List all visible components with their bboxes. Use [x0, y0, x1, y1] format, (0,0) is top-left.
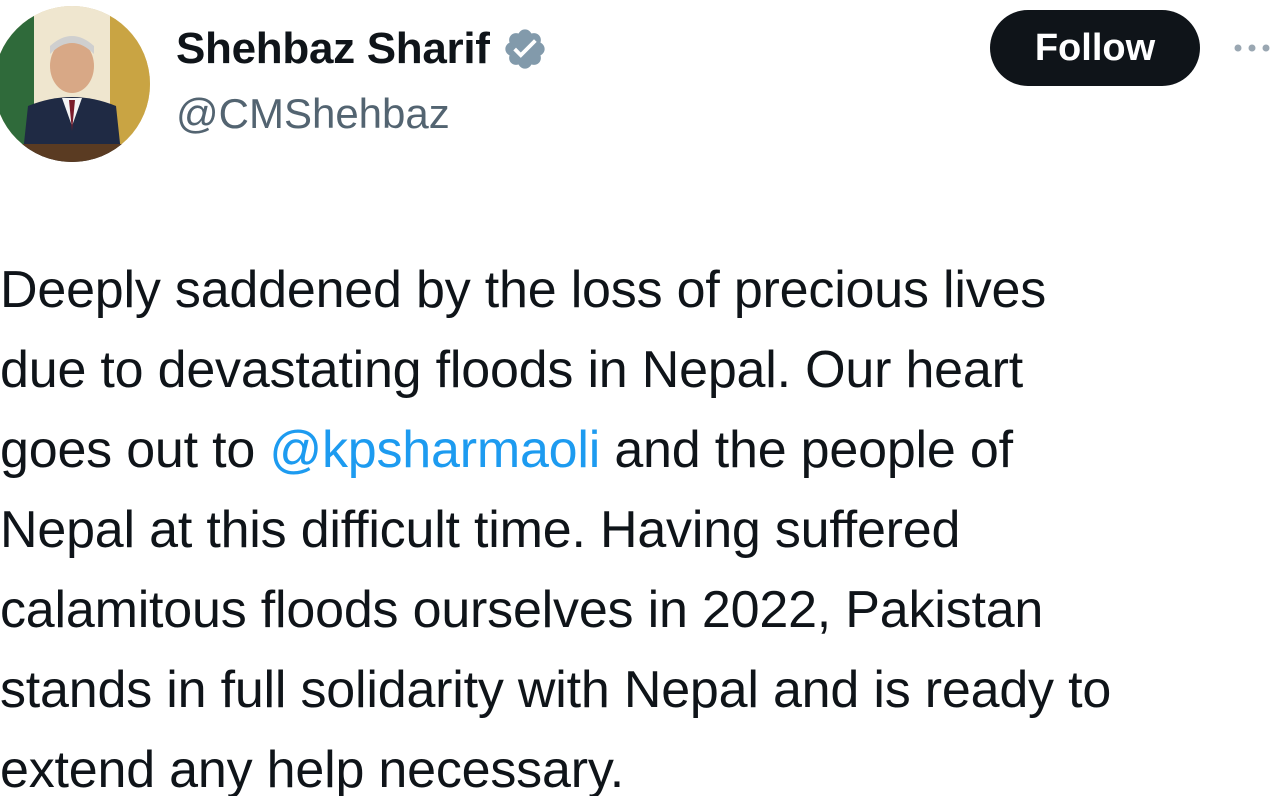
tweet-card: Shehbaz Sharif @CMShehbaz Follow Deeply … — [0, 0, 1272, 796]
tweet-line: Deeply saddened by the loss of precious … — [0, 250, 1272, 330]
avatar-photo — [0, 6, 150, 162]
tweet-text-segment: stands in full solidarity with Nepal and… — [0, 661, 1112, 719]
tweet-text-segment: Deeply saddened by the loss of precious … — [0, 261, 1047, 319]
tweet-line: Nepal at this difficult time. Having suf… — [0, 490, 1272, 570]
follow-button[interactable]: Follow — [990, 10, 1200, 86]
tweet-text-segment: due to devastating floods in Nepal. Our … — [0, 341, 1023, 399]
tweet-text-segment: extend any help necessary. — [0, 741, 625, 796]
tweet-line: extend any help necessary. — [0, 730, 1272, 796]
author-name-row: Shehbaz Sharif — [176, 20, 548, 78]
tweet-text-segment: calamitous floods ourselves in 2022, Pak… — [0, 581, 1044, 639]
tweet-line: calamitous floods ourselves in 2022, Pak… — [0, 570, 1272, 650]
verified-badge-icon — [502, 26, 548, 72]
tweet-text-segment: and the people of — [600, 421, 1013, 479]
tweet-line: goes out to @kpsharmaoli and the people … — [0, 410, 1272, 490]
tweet-text-segment: Nepal at this difficult time. Having suf… — [0, 501, 961, 559]
avatar[interactable] — [0, 6, 150, 162]
tweet-line: stands in full solidarity with Nepal and… — [0, 650, 1272, 730]
tweet-text-segment: goes out to — [0, 421, 270, 479]
tweet-body: Deeply saddened by the loss of precious … — [0, 250, 1272, 796]
tweet-line: due to devastating floods in Nepal. Our … — [0, 330, 1272, 410]
author-display-name[interactable]: Shehbaz Sharif — [176, 24, 490, 74]
tweet-header: Shehbaz Sharif @CMShehbaz Follow — [0, 0, 1272, 180]
more-options-icon[interactable] — [1232, 38, 1272, 58]
mention-link[interactable]: @kpsharmaoli — [269, 421, 600, 479]
author-handle[interactable]: @CMShehbaz — [176, 90, 450, 138]
